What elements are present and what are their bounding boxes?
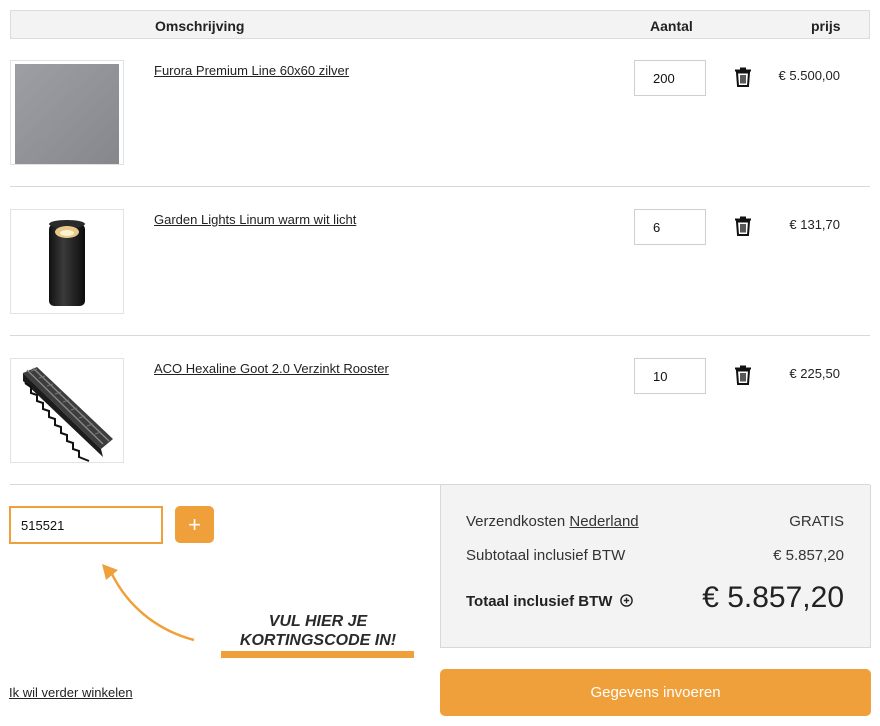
submit-details-button[interactable]: Gegevens invoeren <box>440 669 871 716</box>
add-coupon-button[interactable]: + <box>175 506 214 543</box>
product-thumbnail[interactable] <box>10 209 124 314</box>
drain-gutter-image <box>23 367 113 462</box>
product-name-link[interactable]: ACO Hexaline Goot 2.0 Verzinkt Rooster <box>154 361 389 376</box>
info-circle-icon[interactable] <box>619 594 633 607</box>
arrow-icon <box>102 564 195 642</box>
coupon-hint-line2: KORTINGSCODE IN! <box>239 632 397 649</box>
quantity-input[interactable] <box>634 209 706 245</box>
trash-icon[interactable] <box>734 67 752 87</box>
header-description: Omschrijving <box>155 18 245 34</box>
grey-tile-image <box>15 64 119 164</box>
cart-item-row: Garden Lights Linum warm wit licht € 131… <box>10 188 870 336</box>
product-thumbnail[interactable] <box>10 358 124 463</box>
subtotal-value: € 5.857,20 <box>773 547 844 564</box>
continue-shopping-link[interactable]: Ik wil verder winkelen <box>9 685 133 700</box>
cart-item-row: ACO Hexaline Goot 2.0 Verzinkt Rooster €… <box>10 337 870 485</box>
coupon-hint-line1: VUL HIER JE <box>268 613 368 630</box>
garden-light-image <box>49 220 85 306</box>
total-label-text: Totaal inclusief BTW <box>466 593 613 610</box>
trash-icon[interactable] <box>734 216 752 236</box>
header-price: prijs <box>811 18 841 34</box>
header-quantity: Aantal <box>650 18 693 34</box>
cart-table-header: Omschrijving Aantal prijs <box>10 10 870 39</box>
shipping-label-text: Verzendkosten <box>466 513 566 530</box>
shipping-label: Verzendkosten Nederland <box>466 513 639 530</box>
cart-item-row: Furora Premium Line 60x60 zilver € 5.500… <box>10 39 870 187</box>
total-value: € 5.857,20 <box>702 581 844 614</box>
order-summary: Verzendkosten Nederland GRATIS Subtotaal… <box>440 485 871 648</box>
product-name-link[interactable]: Garden Lights Linum warm wit licht <box>154 212 356 227</box>
shipping-country-link[interactable]: Nederland <box>569 513 638 530</box>
item-price: € 225,50 <box>789 366 840 381</box>
product-thumbnail[interactable] <box>10 60 124 165</box>
shipping-value: GRATIS <box>789 513 844 530</box>
coupon-code-input[interactable] <box>9 506 163 544</box>
item-price: € 131,70 <box>789 217 840 232</box>
total-label: Totaal inclusief BTW <box>466 593 633 610</box>
product-name-link[interactable]: Furora Premium Line 60x60 zilver <box>154 63 349 78</box>
hint-underline <box>221 651 414 658</box>
coupon-hint: VUL HIER JE KORTINGSCODE IN! <box>222 612 414 650</box>
trash-icon[interactable] <box>734 365 752 385</box>
quantity-input[interactable] <box>634 358 706 394</box>
quantity-input[interactable] <box>634 60 706 96</box>
item-price: € 5.500,00 <box>778 68 840 83</box>
subtotal-label: Subtotaal inclusief BTW <box>466 547 626 564</box>
